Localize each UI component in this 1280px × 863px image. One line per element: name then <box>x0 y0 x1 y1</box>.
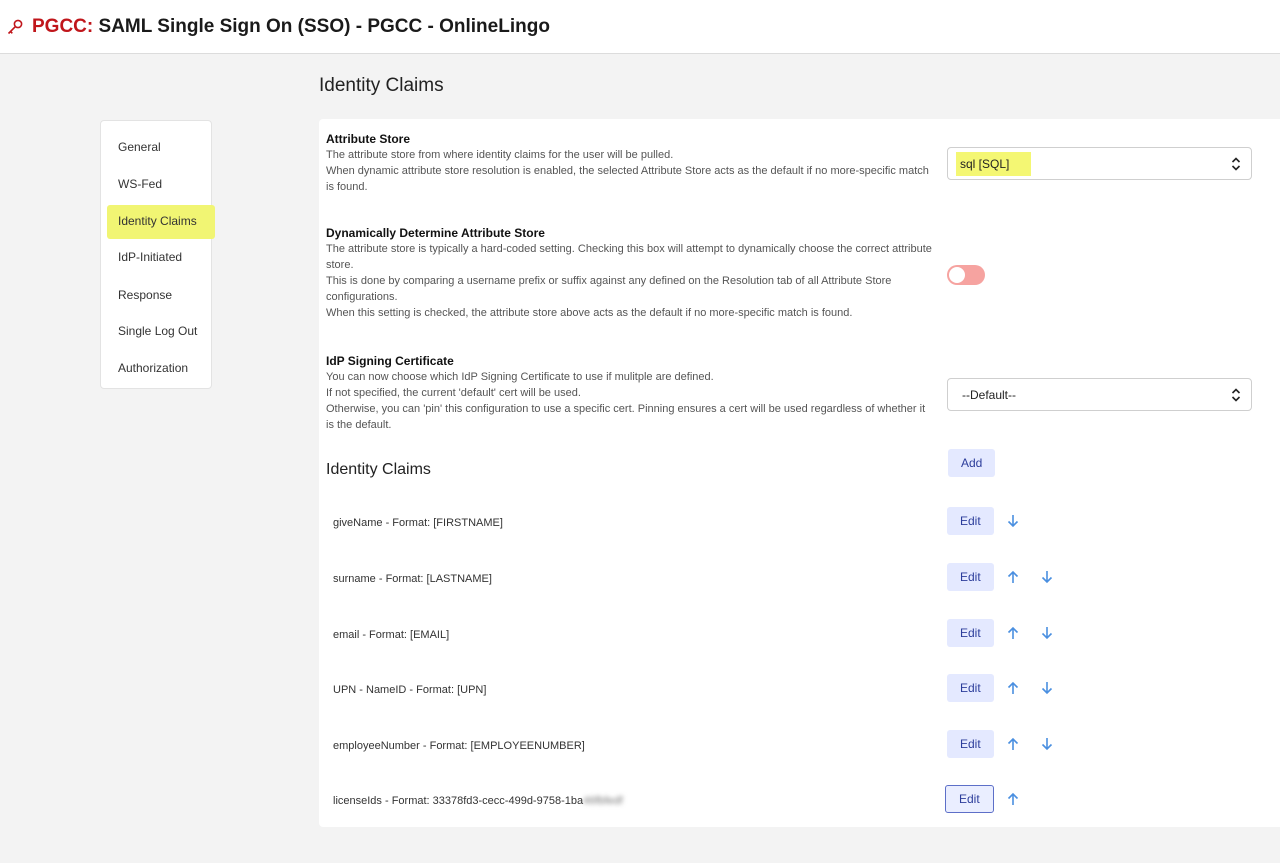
claim-row: email - Format: [EMAIL] <box>333 629 450 641</box>
identity-claims-heading: Identity Claims <box>326 461 431 478</box>
settings-sidebar: General WS-Fed Identity Claims IdP-Initi… <box>100 120 215 389</box>
redacted-text: 46fbfedf <box>583 795 623 807</box>
dynamic-store-toggle[interactable] <box>947 265 985 285</box>
toggle-knob <box>949 267 965 283</box>
claim-row: UPN - NameID - Format: [UPN] <box>333 684 487 696</box>
identity-claims-panel: Attribute Store The attribute store from… <box>319 119 1280 827</box>
edit-claim-button[interactable]: Edit <box>945 785 994 813</box>
sidebar-item-identity-claims[interactable]: Identity Claims <box>118 214 197 228</box>
key-icon <box>6 18 24 36</box>
sidebar-item-single-log-out[interactable]: Single Log Out <box>118 324 197 338</box>
signing-cert-select[interactable]: --Default-- <box>947 378 1252 411</box>
add-claim-button[interactable]: Add <box>948 449 996 477</box>
arrow-up-icon[interactable] <box>1006 736 1020 752</box>
dynamic-store-description: The attribute store is typically a hard-… <box>326 243 932 319</box>
sidebar-item-response[interactable]: Response <box>118 288 172 302</box>
sidebar-item-authorization[interactable]: Authorization <box>118 361 188 375</box>
section-title: Identity Claims <box>319 75 444 96</box>
claim-row: employeeNumber - Format: [EMPLOYEENUMBER… <box>333 740 585 752</box>
claim-row: surname - Format: [LASTNAME] <box>333 573 492 585</box>
arrow-down-icon[interactable] <box>1040 680 1054 696</box>
edit-claim-button[interactable]: Edit <box>947 507 994 535</box>
arrow-up-icon[interactable] <box>1006 625 1020 641</box>
signing-cert-value: --Default-- <box>962 387 1017 402</box>
attribute-store-label: Attribute Store <box>326 132 410 146</box>
claim-text: licenseIds - Format: 33378fd3-cecc-499d-… <box>333 795 584 807</box>
chevron-updown-icon <box>1231 387 1241 403</box>
dynamic-store-label: Dynamically Determine Attribute Store <box>326 226 545 240</box>
page-header-title: PGCC: SAML Single Sign On (SSO) - PGCC -… <box>32 16 550 38</box>
arrow-up-icon[interactable] <box>1006 680 1020 696</box>
org-name: PGCC: <box>32 15 94 37</box>
sidebar-item-general[interactable]: General <box>118 140 161 154</box>
sidebar-item-ws-fed[interactable]: WS-Fed <box>118 177 162 191</box>
edit-claim-button[interactable]: Edit <box>947 563 994 591</box>
claim-row: giveName - Format: [FIRSTNAME] <box>333 517 503 529</box>
arrow-down-icon[interactable] <box>1040 736 1054 752</box>
attribute-store-value: sql [SQL] <box>956 151 1032 176</box>
attribute-store-select[interactable]: sql [SQL] <box>947 147 1252 180</box>
arrow-down-icon[interactable] <box>1006 513 1020 529</box>
attribute-store-description: The attribute store from where identity … <box>326 149 929 193</box>
signing-cert-label: IdP Signing Certificate <box>326 354 454 368</box>
arrow-up-icon[interactable] <box>1006 791 1020 807</box>
app-title: SAML Single Sign On (SSO) - PGCC - Onlin… <box>98 15 550 37</box>
chevron-updown-icon <box>1231 156 1241 172</box>
edit-claim-button[interactable]: Edit <box>947 730 994 758</box>
edit-claim-button[interactable]: Edit <box>947 619 994 647</box>
arrow-up-icon[interactable] <box>1006 569 1020 585</box>
claim-row: licenseIds - Format: 33378fd3-cecc-499d-… <box>333 795 623 807</box>
arrow-down-icon[interactable] <box>1040 625 1054 641</box>
signing-cert-description: You can now choose which IdP Signing Cer… <box>326 371 926 431</box>
app-header: PGCC: SAML Single Sign On (SSO) - PGCC -… <box>0 0 1280 54</box>
edit-claim-button[interactable]: Edit <box>947 674 994 702</box>
arrow-down-icon[interactable] <box>1040 569 1054 585</box>
sidebar-item-idp-initiated[interactable]: IdP-Initiated <box>118 250 182 264</box>
